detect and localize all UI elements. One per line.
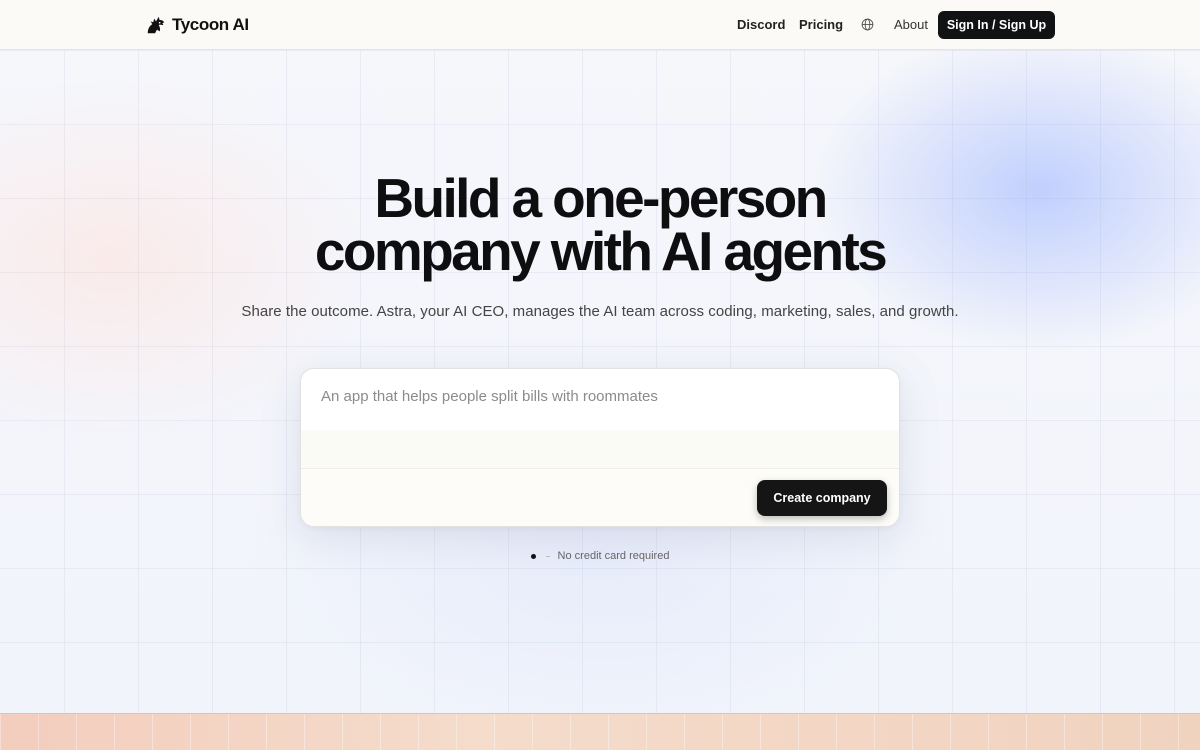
next-section-band (0, 713, 1200, 750)
nav-link-pricing[interactable]: Pricing (799, 17, 843, 32)
landing-page: Tycoon AI Discord Pricing About Sign In … (0, 0, 1200, 750)
top-navbar: Tycoon AI Discord Pricing About Sign In … (0, 0, 1200, 50)
no-credit-card-note: No credit card required (0, 549, 1200, 563)
prompt-card-footer: Create company (301, 468, 899, 526)
create-company-button[interactable]: Create company (757, 480, 887, 516)
prompt-card: Create company (300, 368, 900, 527)
hero-title: Build a one-person company with AI agent… (0, 167, 1200, 282)
nav-link-discord[interactable]: Discord (737, 17, 785, 32)
company-idea-input[interactable] (301, 369, 899, 468)
note-text: No credit card required (557, 550, 670, 562)
hero-title-line-2: company with AI agents (314, 220, 888, 282)
sign-in-sign-up-button[interactable]: Sign In / Sign Up (938, 11, 1055, 39)
globe-icon[interactable] (861, 18, 874, 31)
separator (545, 555, 550, 557)
nav-link-about[interactable]: About (894, 17, 928, 32)
hero-title-line-1: Build a one-person (374, 167, 828, 229)
hero-subtitle: Share the outcome. Astra, your AI CEO, m… (241, 303, 959, 320)
bullet-dot-icon (530, 553, 536, 559)
